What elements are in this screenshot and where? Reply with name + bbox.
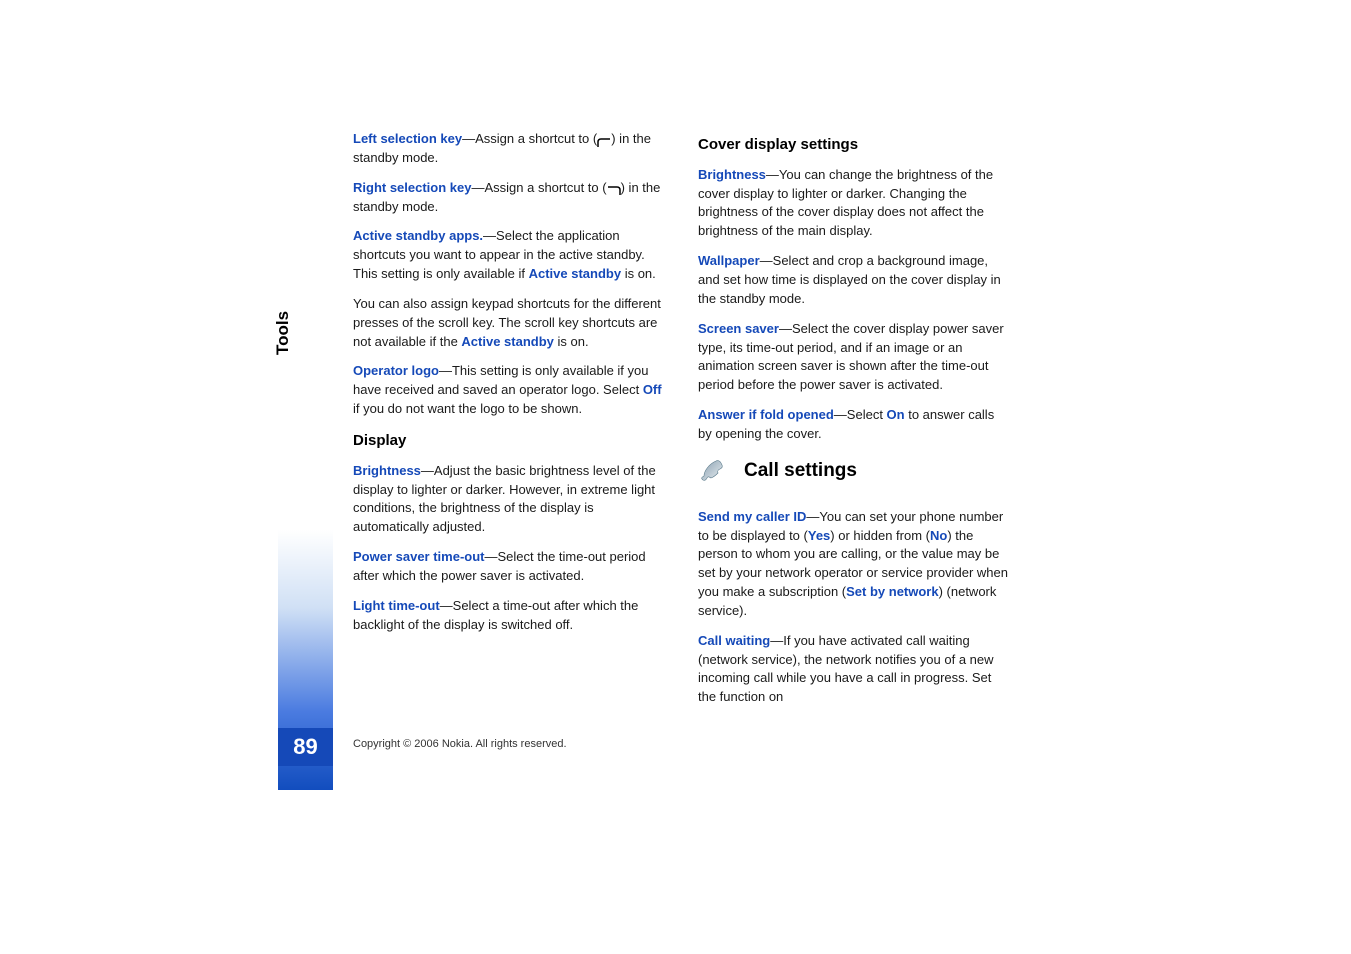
setting-text-suffix: if you do not want the logo to be shown. xyxy=(353,401,582,416)
setting-text: —Assign a shortcut to ( xyxy=(471,180,606,195)
setting-text: —Assign a shortcut to ( xyxy=(462,131,597,146)
setting-active-standby-apps: Active standby apps.—Select the applicat… xyxy=(353,227,663,284)
setting-label: Left selection key xyxy=(353,131,462,146)
heading-call-settings: Call settings xyxy=(744,457,857,485)
page-number: 89 xyxy=(278,728,333,766)
setting-ref: Active standby xyxy=(529,266,621,281)
manual-page: Tools 89 Copyright © 2006 Nokia. All rig… xyxy=(278,130,1073,830)
setting-label: Operator logo xyxy=(353,363,439,378)
setting-answer-fold-opened: Answer if fold opened—Select On to answe… xyxy=(698,406,1008,444)
side-tab-label: Tools xyxy=(273,311,293,355)
setting-call-waiting: Call waiting—If you have activated call … xyxy=(698,632,1008,707)
text2: ) or hidden from ( xyxy=(830,528,930,543)
setting-label: Active standby apps. xyxy=(353,228,483,243)
setting-left-selection-key: Left selection key—Assign a shortcut to … xyxy=(353,130,663,168)
setting-label: Power saver time-out xyxy=(353,549,485,564)
setting-label: Brightness xyxy=(353,463,421,478)
setting-label: Answer if fold opened xyxy=(698,407,834,422)
setting-screen-saver: Screen saver—Select the cover display po… xyxy=(698,320,1008,395)
setting-ref: Active standby xyxy=(461,334,553,349)
setting-brightness: Brightness—Adjust the basic brightness l… xyxy=(353,462,663,537)
setting-wallpaper: Wallpaper—Select and crop a background i… xyxy=(698,252,1008,309)
copyright-text: Copyright © 2006 Nokia. All rights reser… xyxy=(353,738,567,750)
setting-light-timeout: Light time-out—Select a time-out after w… xyxy=(353,597,663,635)
setting-label: Right selection key xyxy=(353,180,471,195)
setting-operator-logo: Operator logo—This setting is only avail… xyxy=(353,362,663,419)
call-settings-heading-row: Call settings xyxy=(698,456,1008,486)
setting-ref: Off xyxy=(643,382,662,397)
heading-display: Display xyxy=(353,430,663,452)
right-column: Cover display settings Brightness—You ca… xyxy=(698,130,1008,718)
setting-power-saver-timeout: Power saver time-out—Select the time-out… xyxy=(353,548,663,586)
paragraph-scroll-key-note: You can also assign keypad shortcuts for… xyxy=(353,295,663,352)
right-softkey-icon xyxy=(607,183,621,193)
setting-label: Send my caller ID xyxy=(698,509,806,524)
setting-right-selection-key: Right selection key—Assign a shortcut to… xyxy=(353,179,663,217)
setting-label: Brightness xyxy=(698,167,766,182)
heading-cover-display: Cover display settings xyxy=(698,134,1008,156)
setting-label: Light time-out xyxy=(353,598,440,613)
setting-label: Call waiting xyxy=(698,633,770,648)
setting-text-suffix: is on. xyxy=(554,334,589,349)
option-no: No xyxy=(930,528,947,543)
left-softkey-icon xyxy=(597,135,611,145)
left-column: Left selection key—Assign a shortcut to … xyxy=(353,130,663,645)
setting-label: Screen saver xyxy=(698,321,779,336)
setting-send-caller-id: Send my caller ID—You can set your phone… xyxy=(698,508,1008,621)
setting-text: —Select xyxy=(834,407,887,422)
setting-label: Wallpaper xyxy=(698,253,760,268)
option-yes: Yes xyxy=(808,528,830,543)
setting-ref: On xyxy=(887,407,905,422)
setting-cover-brightness: Brightness—You can change the brightness… xyxy=(698,166,1008,241)
option-set-by-network: Set by network xyxy=(846,584,938,599)
setting-text-suffix: is on. xyxy=(621,266,656,281)
phone-icon xyxy=(698,456,728,486)
